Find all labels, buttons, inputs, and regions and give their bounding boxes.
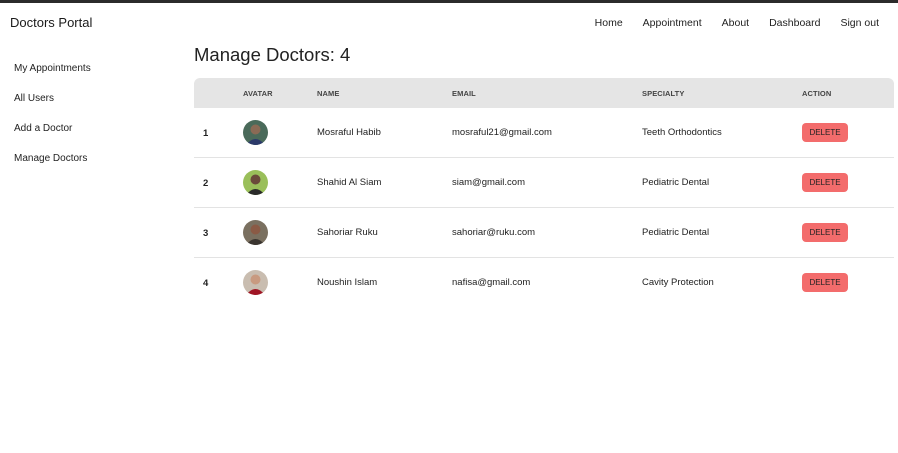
delete-button[interactable]: DELETE xyxy=(802,273,848,292)
sidebar-item-all-users[interactable]: All Users xyxy=(14,93,174,123)
delete-button[interactable]: DELETE xyxy=(802,223,848,242)
sidebar-item-add-doctor[interactable]: Add a Doctor xyxy=(14,123,174,153)
sidebar: My Appointments All Users Add a Doctor M… xyxy=(14,63,174,183)
table-header: AVATAR NAME EMAIL SPECIALTY ACTION xyxy=(194,78,894,108)
column-header-action: ACTION xyxy=(802,89,832,98)
doctor-email: sahoriar@ruku.com xyxy=(452,227,536,238)
page-title: Manage Doctors: 4 xyxy=(194,44,351,65)
doctor-email: mosraful21@gmail.com xyxy=(452,127,552,138)
doctor-specialty: Cavity Protection xyxy=(642,277,714,288)
column-header-specialty: SPECIALTY xyxy=(642,89,685,98)
doctor-name: Shahid Al Siam xyxy=(317,177,382,188)
doctor-specialty: Pediatric Dental xyxy=(642,227,710,238)
delete-button[interactable]: DELETE xyxy=(802,173,848,192)
avatar xyxy=(243,170,268,195)
table-row: 2 Shahid Al Siam siam@gmail.com Pediatri… xyxy=(194,158,894,208)
table-row: 1 Mosraful Habib mosraful21@gmail.com Te… xyxy=(194,108,894,158)
avatar xyxy=(243,270,268,295)
nav-sign-out[interactable]: Sign out xyxy=(840,17,879,29)
nav-links: Home Appointment About Dashboard Sign ou… xyxy=(575,17,879,29)
brand-title[interactable]: Doctors Portal xyxy=(10,15,92,30)
nav-dashboard[interactable]: Dashboard xyxy=(769,17,820,29)
sidebar-item-manage-doctors[interactable]: Manage Doctors xyxy=(14,153,174,183)
column-header-email: EMAIL xyxy=(452,89,476,98)
row-index: 3 xyxy=(203,228,209,239)
doctor-name: Mosraful Habib xyxy=(317,127,381,138)
sidebar-item-my-appointments[interactable]: My Appointments xyxy=(14,63,174,93)
doctor-specialty: Teeth Orthodontics xyxy=(642,127,722,138)
navbar: Doctors Portal Home Appointment About Da… xyxy=(0,3,898,43)
table-row: 3 Sahoriar Ruku sahoriar@ruku.com Pediat… xyxy=(194,208,894,258)
doctor-email: nafisa@gmail.com xyxy=(452,277,531,288)
avatar xyxy=(243,220,268,245)
row-index: 2 xyxy=(203,178,209,189)
table-row: 4 Noushin Islam nafisa@gmail.com Cavity … xyxy=(194,258,894,308)
row-index: 4 xyxy=(203,278,209,289)
nav-home[interactable]: Home xyxy=(595,17,623,29)
doctor-email: siam@gmail.com xyxy=(452,177,525,188)
nav-appointment[interactable]: Appointment xyxy=(643,17,702,29)
avatar xyxy=(243,120,268,145)
doctors-table: AVATAR NAME EMAIL SPECIALTY ACTION 1 Mos… xyxy=(194,78,894,308)
row-index: 1 xyxy=(203,128,209,139)
nav-about[interactable]: About xyxy=(722,17,749,29)
doctor-name: Sahoriar Ruku xyxy=(317,227,378,238)
delete-button[interactable]: DELETE xyxy=(802,123,848,142)
column-header-avatar: AVATAR xyxy=(243,89,273,98)
doctor-name: Noushin Islam xyxy=(317,277,378,288)
doctor-specialty: Pediatric Dental xyxy=(642,177,710,188)
column-header-name: NAME xyxy=(317,89,340,98)
